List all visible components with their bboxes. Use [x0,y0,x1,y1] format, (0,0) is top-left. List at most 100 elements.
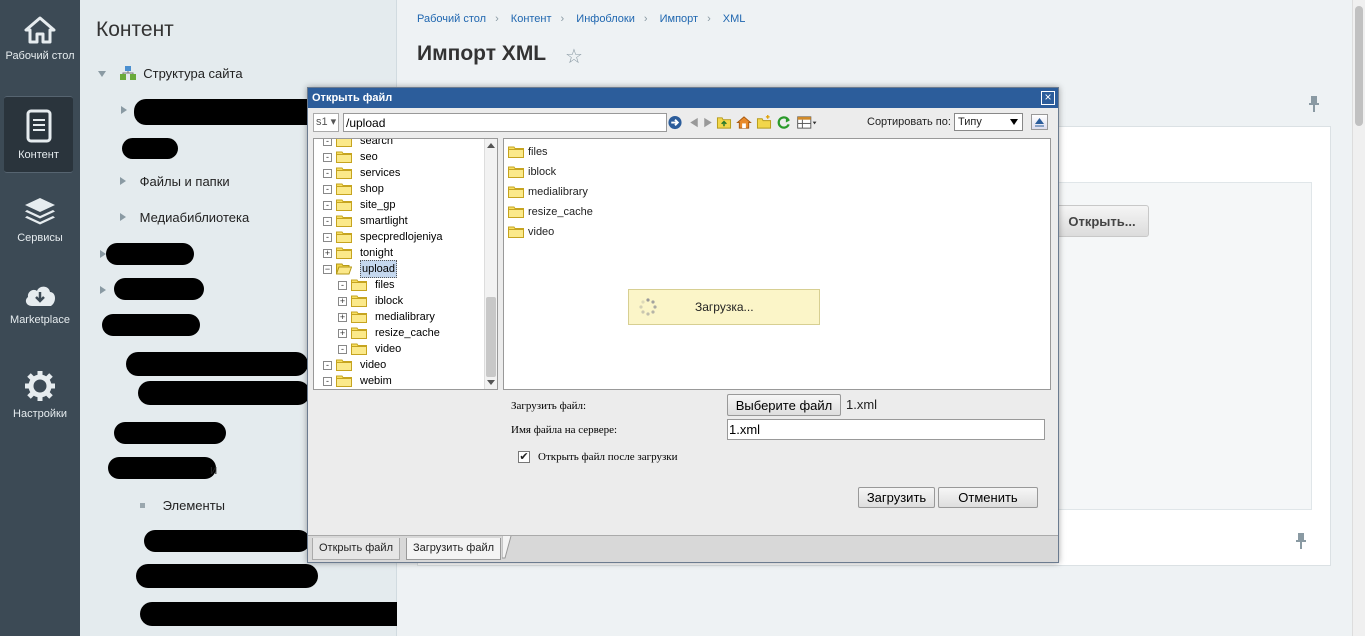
tree-item[interactable]: - site_gp [314,197,484,213]
sidebar-item-files-folders[interactable]: Файлы и папки [120,174,230,189]
tree-item[interactable]: - search [314,138,484,149]
page-scrollbar[interactable] [1352,0,1365,636]
breadcrumb-link[interactable]: Рабочий стол [417,13,486,25]
nav-item-content[interactable]: Контент [4,96,73,173]
scrollbar-thumb[interactable] [1355,6,1363,126]
sort-select[interactable]: Типу [954,113,1023,131]
folder-up-icon[interactable] [716,115,732,130]
nav-item-marketplace[interactable]: Marketplace [0,282,80,327]
open-after-upload-checkbox[interactable]: ✔ [518,451,530,463]
tree-item[interactable]: - video [314,341,484,357]
tree-item-label: webim [360,375,392,387]
expand-toggle-icon[interactable]: + [323,249,332,258]
breadcrumb-link[interactable]: XML [723,13,746,25]
breadcrumb-link[interactable]: Контент [511,13,552,25]
tree-item[interactable]: - smartlight [314,213,484,229]
expand-toggle-icon[interactable]: + [338,297,347,306]
new-folder-icon[interactable] [756,115,772,130]
nav-label: Контент [18,149,59,161]
server-file-name-input[interactable] [727,419,1045,440]
expand-arrow-icon[interactable] [120,177,126,185]
upload-button[interactable]: Загрузить [858,487,935,508]
tree-item-label: search [360,138,394,147]
tab-edge [502,536,512,559]
tab-upload-file[interactable]: Загрузить файл [406,538,502,560]
breadcrumb-link[interactable]: Импорт [660,13,698,25]
refresh-icon[interactable] [776,115,792,130]
expand-toggle-icon[interactable]: − [323,265,332,274]
choose-file-button[interactable]: Выберите файл [727,394,841,416]
expand-toggle-icon[interactable]: - [323,185,332,194]
nav-item-settings[interactable]: Настройки [0,370,80,421]
home-icon [24,16,56,44]
collapse-arrow-icon[interactable] [98,71,106,77]
nav-item-desktop[interactable]: Рабочий стол [0,16,80,63]
sidebar-item-elements[interactable]: Элементы [140,498,225,513]
expand-toggle-icon[interactable]: - [323,169,332,178]
view-mode-icon[interactable] [796,115,820,130]
sidebar-item-media-library[interactable]: Медиабиблиотека [120,210,249,225]
redacted-block [106,243,194,265]
expand-arrow-icon[interactable] [120,213,126,221]
expand-toggle-icon[interactable]: - [323,361,332,370]
server-name-label: Имя файла на сервере: [511,424,618,436]
folder-tree[interactable]: - search - seo - services - shop - site_gp - smartl… [313,138,498,390]
chosen-file-name: 1.xml [846,397,878,412]
tree-item[interactable]: + iblock [314,293,484,309]
breadcrumb-link[interactable]: Инфоблоки [576,13,635,25]
expand-toggle-icon[interactable]: - [323,139,332,146]
expand-toggle-icon[interactable]: - [323,377,332,386]
redacted-block [140,602,410,626]
sort-direction-button[interactable] [1031,114,1048,130]
tree-item[interactable]: - seo [314,149,484,165]
tree-item[interactable]: - specpredlojeniya [314,229,484,245]
tree-item[interactable]: - services [314,165,484,181]
tree-item[interactable]: - video [314,357,484,373]
expand-arrow-icon[interactable] [121,106,127,114]
sidebar-item-site-structure[interactable]: Структура сайта [98,66,243,81]
expand-toggle-icon[interactable]: + [338,329,347,338]
pin-icon[interactable] [1309,96,1319,112]
tree-item[interactable]: + medialibrary [314,309,484,325]
tree-scrollbar[interactable] [484,139,497,389]
home-folder-icon[interactable] [736,115,752,130]
scrollbar-thumb[interactable] [486,297,496,377]
cancel-button[interactable]: Отменить [938,487,1038,508]
tree-item[interactable]: − upload [314,260,484,278]
site-select[interactable]: s1 ▾ [313,113,339,132]
forward-icon[interactable] [700,115,716,130]
tree-item[interactable]: - shop [314,181,484,197]
tree-item[interactable]: + resize_cache [314,325,484,341]
star-icon[interactable]: ☆ [565,44,583,69]
spinner-icon [639,298,657,316]
pin-icon[interactable] [1296,533,1306,549]
tree-item-label: video [360,359,387,371]
expand-toggle-icon[interactable]: - [323,233,332,242]
nav-label: Рабочий стол [5,50,75,62]
close-icon[interactable]: × [1041,91,1055,105]
expand-toggle-icon[interactable]: + [338,313,347,322]
document-icon [26,109,51,143]
expand-toggle-icon[interactable]: - [338,281,347,290]
tree-item-label: upload [360,260,398,278]
tree-item[interactable]: + tonight [314,245,484,261]
go-icon[interactable] [667,115,683,130]
redacted-block [134,99,320,125]
open-file-button[interactable]: Открыть... [1055,205,1149,237]
file-list[interactable]: files iblock medialibrary resize_cache video… [503,138,1051,390]
sidebar-title: Контент [96,18,174,41]
path-input[interactable] [343,113,667,132]
expand-toggle-icon[interactable]: - [323,153,332,162]
tree-item-label: seo [360,151,378,163]
file-name: video [528,226,555,238]
tree-item[interactable]: - files [314,277,484,293]
tree-item[interactable]: - webim [314,373,484,389]
tab-open-file[interactable]: Открыть файл [312,538,400,560]
expand-toggle-icon[interactable]: - [323,217,332,226]
expand-arrow-icon[interactable] [100,286,106,294]
expand-toggle-icon[interactable]: - [323,201,332,210]
sitemap-icon [119,66,136,80]
dialog-title[interactable]: Открыть файл [308,88,1058,108]
nav-item-services[interactable]: Сервисы [0,196,80,245]
expand-toggle-icon[interactable]: - [338,345,347,354]
